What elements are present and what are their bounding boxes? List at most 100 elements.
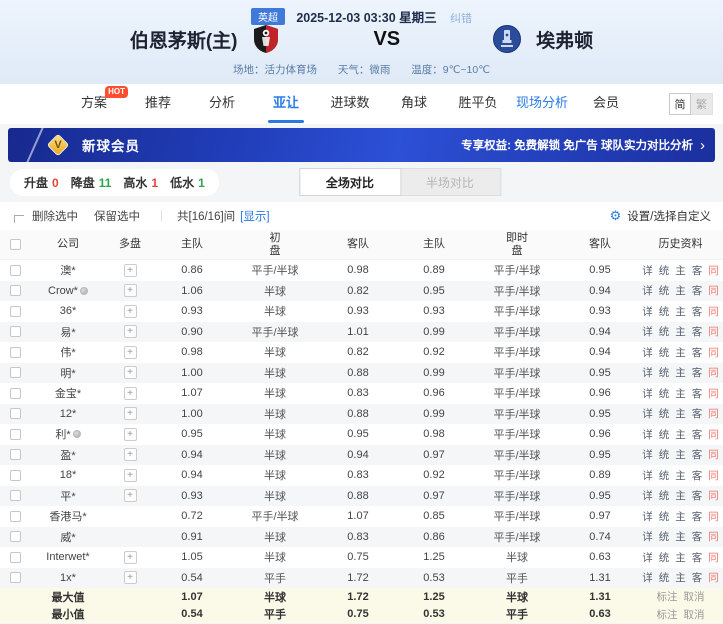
history-away-link[interactable]: 客 xyxy=(692,550,703,565)
expand-multi-odds-button[interactable]: + xyxy=(124,264,137,277)
nav-item-7[interactable]: 现场分析 xyxy=(510,84,574,124)
history-same-link[interactable]: 同 xyxy=(708,263,719,278)
history-home-link[interactable]: 主 xyxy=(675,550,686,565)
history-stats-link[interactable]: 统 xyxy=(659,324,670,339)
history-detail-link[interactable]: 详 xyxy=(642,468,653,483)
history-home-link[interactable]: 主 xyxy=(675,468,686,483)
row-checkbox[interactable] xyxy=(10,449,21,460)
history-stats-link[interactable]: 统 xyxy=(659,529,670,544)
history-same-link[interactable]: 同 xyxy=(708,345,719,360)
company-name[interactable]: 香港马* xyxy=(49,508,86,524)
history-detail-link[interactable]: 详 xyxy=(642,345,653,360)
history-away-link[interactable]: 客 xyxy=(692,304,703,319)
company-name[interactable]: 金宝* xyxy=(55,385,81,401)
history-stats-link[interactable]: 统 xyxy=(659,304,670,319)
lang-simplified-button[interactable]: 简 xyxy=(669,93,691,115)
history-stats-link[interactable]: 统 xyxy=(659,386,670,401)
expand-multi-odds-button[interactable]: + xyxy=(124,448,137,461)
full-match-tab[interactable]: 全场对比 xyxy=(300,169,400,195)
nav-item-5[interactable]: 角球 xyxy=(382,84,446,124)
keep-selected-button[interactable]: 保留选中 xyxy=(94,208,140,224)
company-name[interactable]: 明* xyxy=(60,365,75,381)
history-home-link[interactable]: 主 xyxy=(675,488,686,503)
history-home-link[interactable]: 主 xyxy=(675,570,686,585)
company-name[interactable]: 12* xyxy=(60,408,77,420)
expand-multi-odds-button[interactable]: + xyxy=(124,551,137,564)
history-same-link[interactable]: 同 xyxy=(708,447,719,462)
nav-item-2[interactable]: 分析 xyxy=(190,84,254,124)
company-name[interactable]: 18* xyxy=(60,469,77,481)
row-checkbox[interactable] xyxy=(10,429,21,440)
row-checkbox[interactable] xyxy=(10,388,21,399)
history-same-link[interactable]: 同 xyxy=(708,550,719,565)
company-name[interactable]: 36* xyxy=(60,305,77,317)
row-checkbox[interactable] xyxy=(10,265,21,276)
history-stats-link[interactable]: 统 xyxy=(659,365,670,380)
company-name[interactable]: 易* xyxy=(60,324,75,340)
expand-multi-odds-button[interactable]: + xyxy=(124,284,137,297)
history-detail-link[interactable]: 详 xyxy=(642,283,653,298)
history-same-link[interactable]: 同 xyxy=(708,304,719,319)
history-detail-link[interactable]: 详 xyxy=(642,386,653,401)
row-checkbox[interactable] xyxy=(10,490,21,501)
company-name[interactable]: 澳* xyxy=(60,262,75,278)
row-checkbox[interactable] xyxy=(10,511,21,522)
history-home-link[interactable]: 主 xyxy=(675,283,686,298)
history-away-link[interactable]: 客 xyxy=(692,324,703,339)
history-same-link[interactable]: 同 xyxy=(708,365,719,380)
row-checkbox[interactable] xyxy=(10,408,21,419)
history-stats-link[interactable]: 统 xyxy=(659,447,670,462)
show-link[interactable]: [显示] xyxy=(240,208,269,224)
history-detail-link[interactable]: 详 xyxy=(642,488,653,503)
expand-multi-odds-button[interactable]: + xyxy=(124,571,137,584)
company-name[interactable]: Crow* xyxy=(48,285,78,297)
history-home-link[interactable]: 主 xyxy=(675,529,686,544)
history-home-link[interactable]: 主 xyxy=(675,263,686,278)
history-stats-link[interactable]: 统 xyxy=(659,263,670,278)
history-same-link[interactable]: 同 xyxy=(708,468,719,483)
history-away-link[interactable]: 客 xyxy=(692,570,703,585)
history-away-link[interactable]: 客 xyxy=(692,406,703,421)
settings-link[interactable]: 设置/选择自定义 xyxy=(627,208,711,224)
history-same-link[interactable]: 同 xyxy=(708,386,719,401)
nav-item-8[interactable]: 会员 xyxy=(574,84,638,124)
expand-multi-odds-button[interactable]: + xyxy=(124,428,137,441)
expand-multi-odds-button[interactable]: + xyxy=(124,469,137,482)
history-away-link[interactable]: 客 xyxy=(692,509,703,524)
row-checkbox[interactable] xyxy=(10,367,21,378)
history-away-link[interactable]: 客 xyxy=(692,488,703,503)
history-away-link[interactable]: 客 xyxy=(692,365,703,380)
history-same-link[interactable]: 同 xyxy=(708,529,719,544)
history-stats-link[interactable]: 统 xyxy=(659,570,670,585)
history-home-link[interactable]: 主 xyxy=(675,365,686,380)
history-detail-link[interactable]: 详 xyxy=(642,406,653,421)
history-away-link[interactable]: 客 xyxy=(692,447,703,462)
history-stats-link[interactable]: 统 xyxy=(659,509,670,524)
history-detail-link[interactable]: 详 xyxy=(642,550,653,565)
history-same-link[interactable]: 同 xyxy=(708,427,719,442)
row-checkbox[interactable] xyxy=(10,470,21,481)
chevron-right-icon[interactable]: › xyxy=(700,137,705,154)
row-checkbox[interactable] xyxy=(10,306,21,317)
history-stats-link[interactable]: 统 xyxy=(659,345,670,360)
company-name[interactable]: 盈* xyxy=(60,447,75,463)
history-away-link[interactable]: 客 xyxy=(692,529,703,544)
company-name[interactable]: 伟* xyxy=(60,344,75,360)
company-name[interactable]: Interwet* xyxy=(46,551,89,563)
cancel-link[interactable]: 取消 xyxy=(684,589,705,604)
expand-multi-odds-button[interactable]: + xyxy=(124,325,137,338)
row-checkbox[interactable] xyxy=(10,572,21,583)
history-same-link[interactable]: 同 xyxy=(708,509,719,524)
history-home-link[interactable]: 主 xyxy=(675,345,686,360)
mark-link[interactable]: 标注 xyxy=(657,589,678,604)
history-stats-link[interactable]: 统 xyxy=(659,550,670,565)
cancel-link[interactable]: 取消 xyxy=(684,607,705,622)
mark-link[interactable]: 标注 xyxy=(657,607,678,622)
history-stats-link[interactable]: 统 xyxy=(659,427,670,442)
expand-multi-odds-button[interactable]: + xyxy=(124,366,137,379)
nav-item-0[interactable]: 方案HOT xyxy=(62,84,126,124)
history-detail-link[interactable]: 详 xyxy=(642,304,653,319)
history-home-link[interactable]: 主 xyxy=(675,427,686,442)
vip-banner[interactable]: V 新球会员 专享权益: 免费解锁 免广告 球队实力对比分析 › xyxy=(8,128,715,162)
history-detail-link[interactable]: 详 xyxy=(642,263,653,278)
